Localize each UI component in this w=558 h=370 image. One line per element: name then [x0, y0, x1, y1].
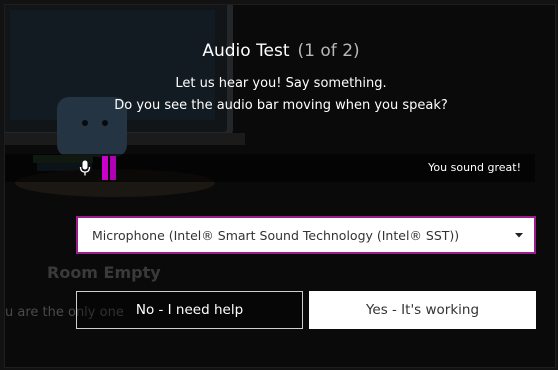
- screen: Room Empty u are the only one Audio Test…: [0, 0, 558, 370]
- sound-status-text: You sound great!: [428, 161, 521, 174]
- prompt-line-1: Let us hear you! Say something.: [175, 76, 387, 91]
- step-indicator: (1 of 2): [297, 41, 360, 61]
- audio-test-overlay: Room Empty u are the only one Audio Test…: [4, 4, 556, 368]
- room-empty-title: Room Empty: [47, 263, 161, 282]
- microphone-icon: [79, 160, 91, 176]
- chevron-down-icon[interactable]: [514, 230, 524, 240]
- microphone-select[interactable]: Microphone (Intel® Smart Sound Technolog…: [76, 216, 536, 254]
- dialog-title: Audio Test (1 of 2): [5, 41, 555, 61]
- microphone-select-value: Microphone (Intel® Smart Sound Technolog…: [92, 227, 460, 243]
- audio-level-bar: [102, 156, 108, 180]
- audio-level-bar: [110, 156, 116, 180]
- prompt-line-2: Do you see the audio bar moving when you…: [114, 98, 448, 113]
- its-working-button[interactable]: Yes - It's working: [309, 291, 536, 329]
- need-help-button[interactable]: No - I need help: [76, 291, 303, 329]
- audio-level-meter: You sound great!: [5, 154, 535, 182]
- dialog-title-text: Audio Test: [202, 41, 290, 61]
